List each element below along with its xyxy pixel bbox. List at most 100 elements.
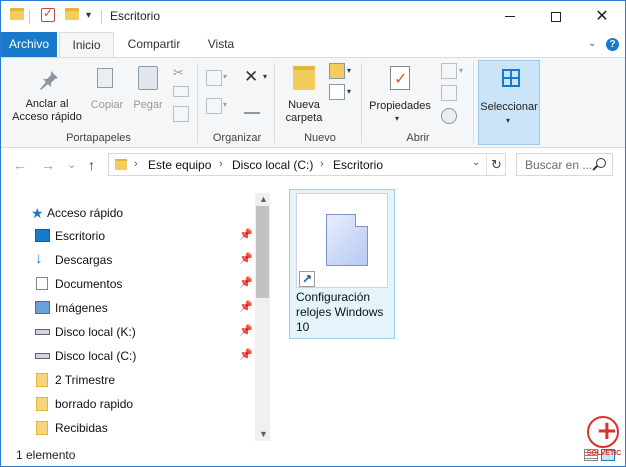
tab-archivo[interactable]: Archivo	[1, 32, 57, 57]
copy-path-icon[interactable]	[173, 86, 189, 97]
item-count: 1 elemento	[16, 448, 76, 462]
logo-icon	[587, 416, 619, 448]
copy-to-icon[interactable]	[206, 98, 222, 114]
breadcrumb-separator[interactable]: ›	[134, 158, 138, 170]
pin-quick-access-button[interactable]: Anclar al Acceso rápido	[7, 98, 87, 124]
search-icon	[596, 158, 606, 168]
nav-item-borrado-rapido[interactable]: borrado rapido	[1, 392, 259, 416]
nav-item-descargas[interactable]: ↓ Descargas 📌	[1, 248, 259, 272]
easy-access-icon[interactable]	[329, 84, 345, 100]
scroll-down-icon[interactable]: ▼	[259, 429, 268, 439]
expand-ribbon-icon[interactable]: ⌄	[588, 38, 596, 49]
delete-dropdown-icon[interactable]: ▾	[263, 72, 267, 81]
help-icon[interactable]: ?	[606, 38, 619, 51]
nav-item-documentos[interactable]: Documentos 📌	[1, 272, 259, 296]
breadcrumb-escritorio[interactable]: Escritorio	[333, 158, 383, 172]
pin-icon[interactable]: 📌	[239, 276, 253, 289]
open-dropdown-icon[interactable]: ▾	[459, 66, 463, 75]
tab-inicio[interactable]: Inicio	[59, 32, 114, 58]
recent-locations-button[interactable]: ⌄	[67, 158, 76, 171]
pin-icon[interactable]: 📌	[239, 228, 253, 241]
nav-item-disco-local-c[interactable]: Disco local (C:) 📌	[1, 344, 259, 368]
nav-item-label: 2 Trimestre	[55, 373, 116, 387]
copy-to-dropdown-icon[interactable]: ▾	[223, 100, 227, 109]
folder-icon	[36, 421, 48, 435]
nav-item-recibidas[interactable]: Recibidas	[1, 416, 259, 440]
pin-icon[interactable]: 📌	[239, 300, 253, 313]
scroll-up-icon[interactable]: ▲	[259, 194, 268, 204]
shortcut-arrow-icon: ↗	[299, 271, 315, 287]
nav-item-imagenes[interactable]: Imágenes 📌	[1, 296, 259, 320]
tab-vista[interactable]: Vista	[197, 32, 245, 57]
forward-button[interactable]: →	[41, 157, 55, 173]
easy-access-dropdown-icon[interactable]: ▾	[347, 87, 351, 96]
maximize-button[interactable]	[533, 1, 579, 32]
nav-item-acceso-rapido[interactable]: ★ Acceso rápido	[1, 201, 259, 225]
address-bar[interactable]: › Este equipo › Disco local (C:) › Escri…	[108, 153, 506, 176]
minimize-button[interactable]	[487, 1, 533, 32]
close-button[interactable]: ✕	[579, 1, 625, 32]
move-to-icon[interactable]	[206, 70, 222, 86]
pin-icon[interactable]: 📌	[239, 348, 253, 361]
document-icon	[326, 214, 368, 266]
new-folder-button[interactable]: Nueva carpeta	[281, 99, 327, 125]
drive-icon	[35, 353, 50, 359]
ribbon-tabs: Archivo Inicio Compartir Vista ⌄ ?	[1, 32, 625, 58]
cut-icon[interactable]: ✂	[173, 65, 189, 81]
folder-icon	[115, 159, 127, 170]
select-label: Seleccionar	[480, 101, 538, 113]
breadcrumb-este-equipo[interactable]: Este equipo	[148, 158, 211, 172]
new-item-icon[interactable]	[329, 63, 345, 79]
pin-icon[interactable]: 📌	[239, 252, 253, 265]
breadcrumb-separator[interactable]: ›	[219, 158, 223, 170]
watermark-logo: SOLVETIC	[585, 416, 623, 464]
divider	[197, 63, 198, 143]
select-dropdown-icon: ▾	[506, 116, 511, 125]
properties-icon[interactable]	[41, 6, 55, 22]
search-box[interactable]: Buscar en ...	[516, 153, 613, 176]
paste-button[interactable]: Pegar	[128, 99, 168, 112]
breadcrumb-separator[interactable]: ›	[320, 158, 324, 170]
close-icon: ✕	[595, 7, 609, 25]
history-icon[interactable]	[441, 108, 457, 124]
group-label-nuevo: Nuevo	[304, 132, 336, 144]
ribbon: Anclar al Acceso rápido Copiar Pegar ✂ P…	[1, 57, 625, 148]
file-thumbnail: ↗	[296, 193, 388, 288]
customize-toolbar-dropdown[interactable]: ▾	[86, 10, 91, 21]
status-bar: 1 elemento	[1, 443, 625, 466]
divider	[361, 63, 362, 143]
copy-button[interactable]: Copiar	[87, 99, 127, 112]
new-item-dropdown-icon[interactable]: ▾	[347, 66, 351, 75]
nav-item-escritorio[interactable]: Escritorio 📌	[1, 224, 259, 248]
nav-item-label: Documentos	[55, 277, 123, 291]
new-folder-icon[interactable]	[65, 8, 79, 20]
pin-icon[interactable]: 📌	[239, 324, 253, 337]
paste-shortcut-icon[interactable]	[173, 106, 189, 122]
folder-icon[interactable]	[10, 8, 24, 20]
nav-item-disco-local-k[interactable]: Disco local (K:) 📌	[1, 320, 259, 344]
nav-item-label: Escritorio	[55, 229, 106, 243]
nav-item-2-trimestre[interactable]: 2 Trimestre	[1, 368, 259, 392]
properties-dropdown-icon[interactable]: ▾	[395, 114, 399, 123]
copy-icon	[97, 68, 113, 88]
move-dropdown-icon[interactable]: ▾	[223, 72, 227, 81]
up-button[interactable]: ↑	[88, 157, 95, 173]
search-input[interactable]: Buscar en ...	[525, 158, 592, 172]
scrollbar-thumb[interactable]	[256, 206, 269, 298]
tab-compartir[interactable]: Compartir	[118, 32, 190, 57]
address-history-dropdown[interactable]: ⌄	[472, 157, 480, 168]
back-button[interactable]: ←	[13, 157, 27, 173]
new-folder-icon	[293, 66, 315, 90]
select-button[interactable]: Seleccionar ▾	[478, 60, 540, 145]
refresh-button[interactable]: ↻	[486, 155, 506, 175]
rename-icon[interactable]	[244, 98, 260, 114]
file-name: Configuración relojes Windows 10	[296, 290, 384, 334]
open-icon[interactable]	[441, 63, 457, 79]
file-item[interactable]: ↗ Configuración relojes Windows 10	[289, 189, 395, 339]
delete-icon[interactable]: ✕	[244, 67, 258, 87]
edit-icon[interactable]	[441, 85, 457, 101]
nav-item-label: Descargas	[55, 253, 113, 267]
properties-button[interactable]: Propiedades	[365, 100, 435, 113]
select-grid-icon	[502, 69, 520, 87]
breadcrumb-disco-local-c[interactable]: Disco local (C:)	[232, 158, 313, 172]
